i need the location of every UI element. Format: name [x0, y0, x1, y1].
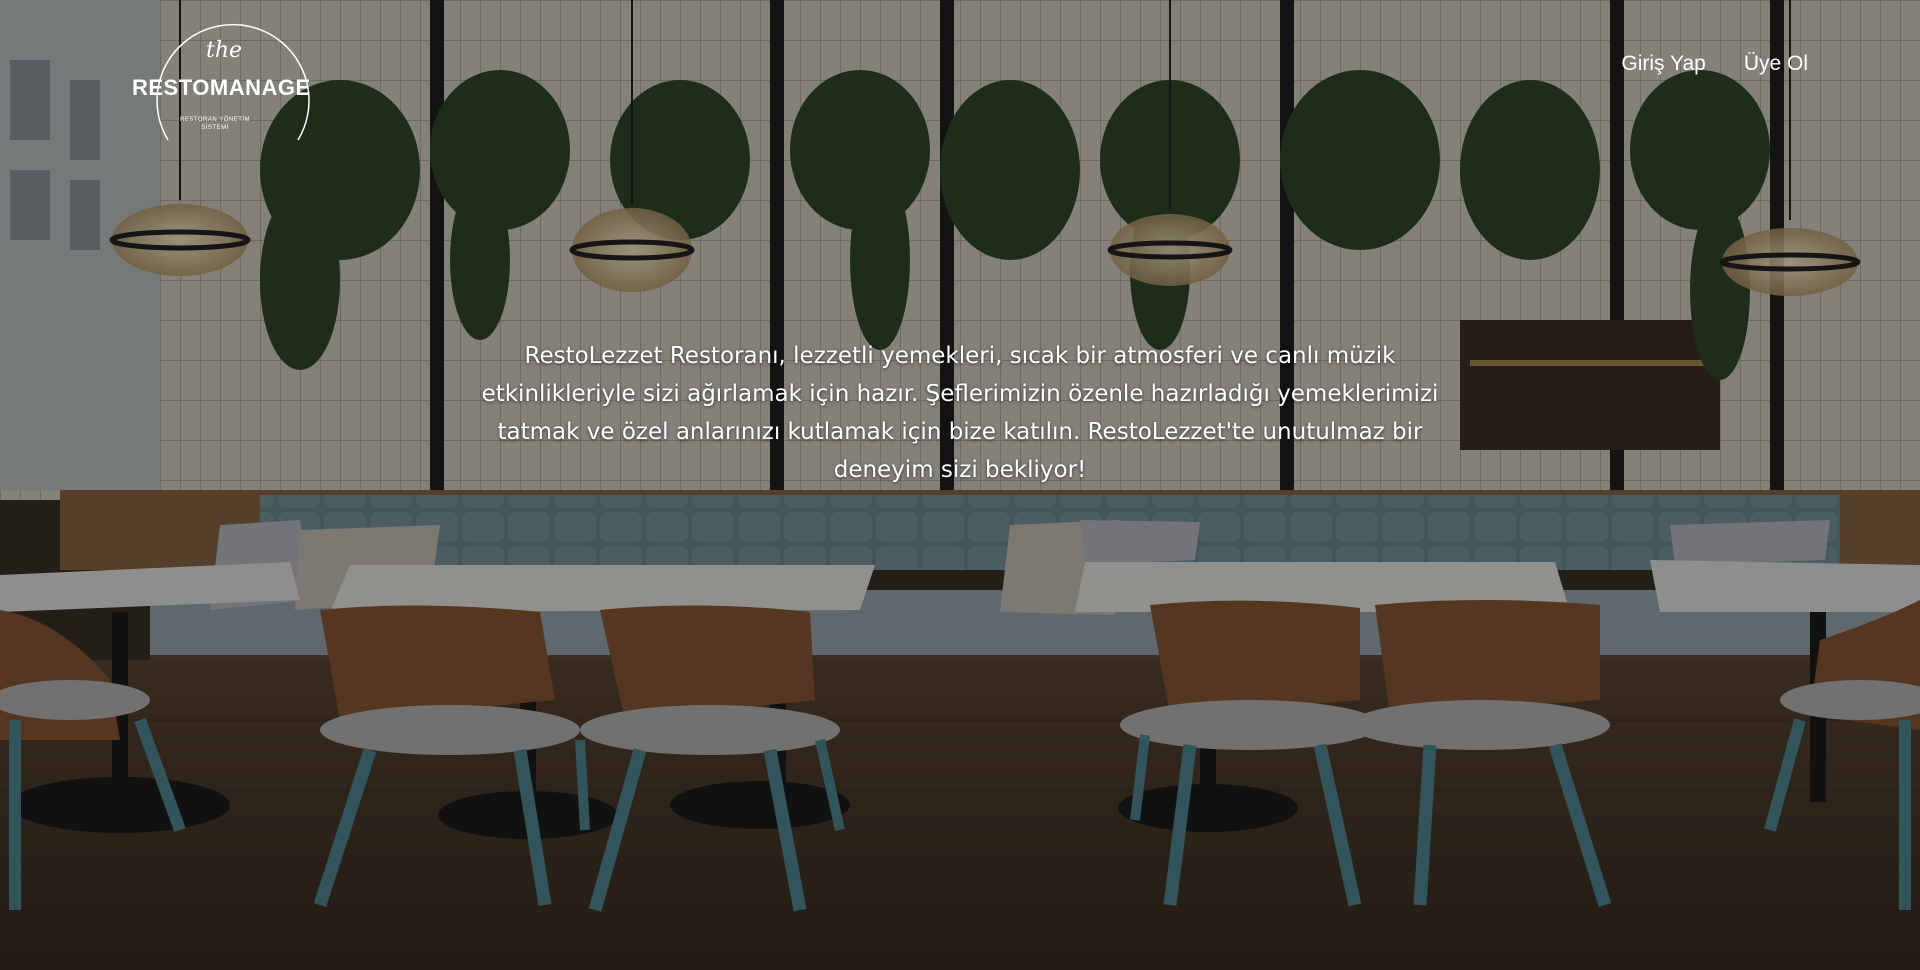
top-nav: Giriş Yap Üye Ol: [1621, 52, 1808, 76]
logo-subtitle-text: RESTORAN YÖNETİM SİSTEMİ: [179, 117, 251, 131]
login-link[interactable]: Giriş Yap: [1621, 52, 1705, 76]
logo-name-text: RESTOMANAGE: [132, 75, 311, 100]
hero-intro-text: RestoLezzet Restoranı, lezzetli yemekler…: [481, 343, 1439, 483]
logo-the-text: the: [206, 38, 243, 63]
hero-section: the RESTOMANAGE RESTORAN YÖNETİM SİSTEMİ…: [0, 0, 1920, 970]
signup-link[interactable]: Üye Ol: [1744, 52, 1808, 76]
restomanage-logo[interactable]: the RESTOMANAGE RESTORAN YÖNETİM SİSTEMİ: [128, 10, 318, 170]
